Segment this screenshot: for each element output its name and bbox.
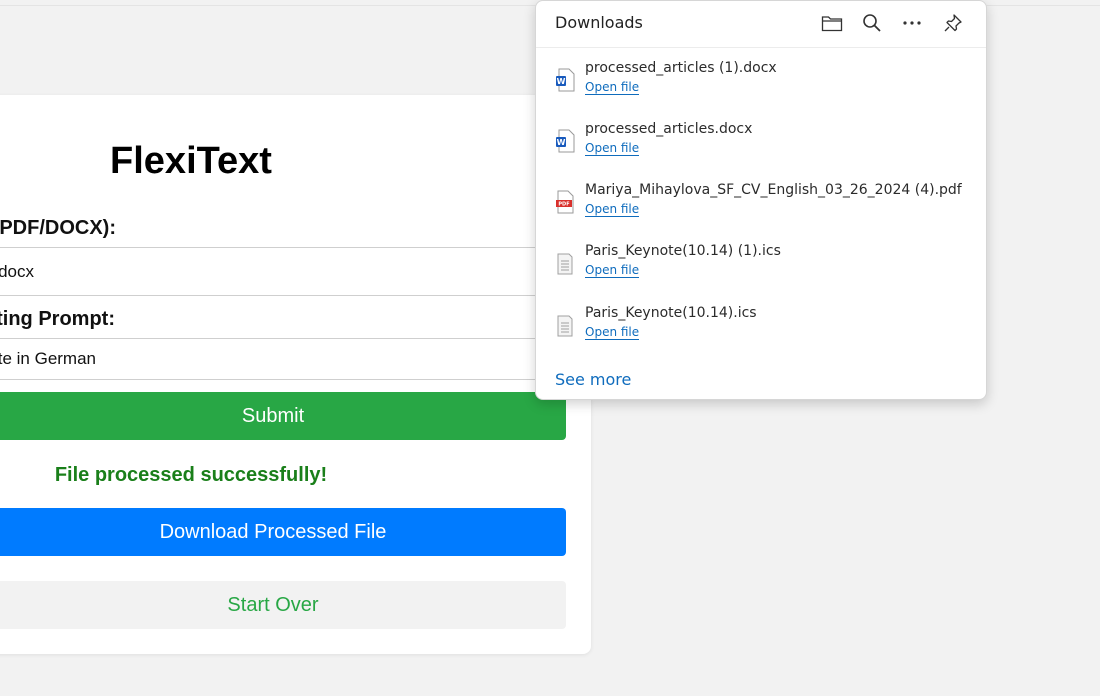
svg-text:W: W (557, 77, 566, 86)
generic-file-icon (555, 251, 575, 275)
download-item[interactable]: PDF Mariya_Mihaylova_SF_CV_English_03_26… (536, 182, 986, 238)
prompt-input-value: te in German (0, 349, 96, 368)
more-icon[interactable] (900, 11, 924, 35)
open-file-link[interactable]: Open file (585, 141, 640, 156)
search-icon[interactable] (860, 11, 884, 35)
word-doc-icon: W (555, 68, 575, 92)
file-input-value: docx (0, 261, 34, 281)
downloads-header: Downloads (536, 1, 986, 48)
see-more-link[interactable]: See more (555, 370, 631, 389)
generic-file-icon (555, 313, 575, 337)
start-over-button[interactable]: Start Over (0, 581, 566, 629)
download-item[interactable]: Paris_Keynote(10.14) (1).ics Open file (536, 243, 986, 299)
pin-icon[interactable] (941, 11, 965, 35)
download-button-label: Download Processed File (159, 520, 387, 543)
svg-text:PDF: PDF (558, 202, 569, 208)
prompt-label: ting Prompt: (0, 308, 115, 330)
start-over-button-label: Start Over (227, 593, 319, 616)
downloads-title: Downloads (555, 13, 643, 32)
downloads-panel: Downloads W processed_articles (1).docx … (535, 0, 987, 400)
open-file-link[interactable]: Open file (585, 263, 640, 278)
file-input[interactable]: docx (0, 247, 542, 296)
download-file-name: Paris_Keynote(10.14).ics (585, 305, 757, 321)
download-file-name: Paris_Keynote(10.14) (1).ics (585, 243, 781, 259)
open-file-link[interactable]: Open file (585, 202, 640, 217)
page-title: FlexiText (110, 140, 272, 182)
open-file-link[interactable]: Open file (585, 325, 640, 340)
word-doc-icon: W (555, 129, 575, 153)
download-file-name: processed_articles.docx (585, 121, 753, 137)
prompt-input[interactable]: te in German (0, 338, 542, 380)
download-item[interactable]: W processed_articles (1).docx Open file (536, 60, 986, 116)
download-processed-file-button[interactable]: Download Processed File (0, 508, 566, 556)
folder-icon[interactable] (820, 11, 844, 35)
submit-button[interactable]: Submit (0, 392, 566, 440)
svg-text:W: W (557, 138, 566, 147)
submit-button-label: Submit (241, 404, 305, 427)
file-upload-label: PDF/DOCX): (0, 217, 116, 239)
download-file-name: processed_articles (1).docx (585, 60, 777, 76)
open-file-link[interactable]: Open file (585, 80, 640, 95)
download-item[interactable]: W processed_articles.docx Open file (536, 121, 986, 177)
success-message: File processed successfully! (54, 464, 328, 486)
pdf-icon: PDF (555, 190, 575, 214)
download-item[interactable]: Paris_Keynote(10.14).ics Open file (536, 305, 986, 361)
download-file-name: Mariya_Mihaylova_SF_CV_English_03_26_202… (585, 182, 962, 198)
